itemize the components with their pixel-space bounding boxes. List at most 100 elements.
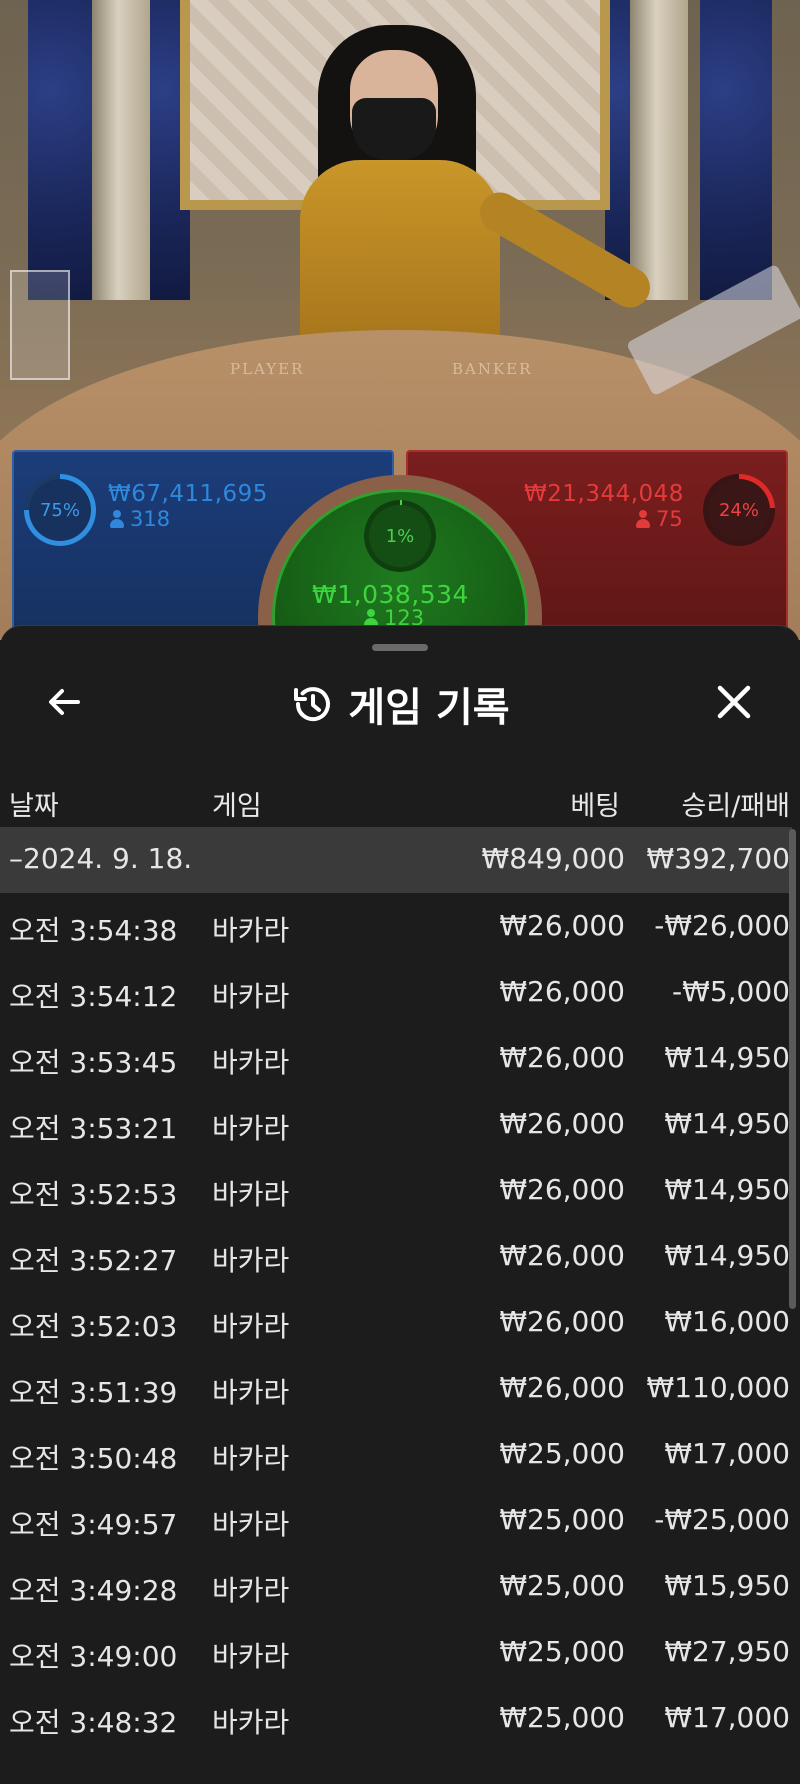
table-row[interactable]: 오전 3:52:03 바카라 ₩26,000 ₩16,000 [0, 1289, 792, 1355]
banker-count-value: 75 [656, 507, 683, 531]
table-row[interactable]: 오전 3:51:39 바카라 ₩26,000 ₩110,000 [0, 1355, 792, 1421]
row-bet: ₩25,000 [499, 1701, 625, 1734]
row-bet: ₩26,000 [499, 1173, 625, 1206]
player-percent: 75% [39, 499, 80, 521]
row-time: 오전 3:52:53 [9, 1178, 178, 1211]
wall-panel [700, 0, 772, 300]
row-result: ₩110,000 [646, 1371, 790, 1404]
tie-percent: 1% [385, 525, 415, 547]
column-header-result: 승리/패배 [681, 791, 790, 822]
table-row[interactable]: 오전 3:48:32 바카라 ₩25,000 ₩17,000 [0, 1685, 792, 1751]
drag-handle[interactable] [372, 644, 428, 651]
table-label-banker: BANKER [452, 360, 533, 378]
row-bet: ₩26,000 [499, 975, 625, 1008]
row-bet: ₩25,000 [499, 1569, 625, 1602]
row-result: ₩14,950 [664, 1107, 790, 1140]
row-game: 바카라 [212, 1640, 290, 1673]
person-icon [636, 510, 650, 528]
pillar [92, 0, 150, 300]
table-row[interactable]: 오전 3:49:00 바카라 ₩25,000 ₩27,950 [0, 1619, 792, 1685]
column-header-date: 날짜 [9, 791, 59, 822]
page-title: 게임 기록 [348, 685, 510, 731]
table-row[interactable]: 오전 3:49:28 바카라 ₩25,000 ₩15,950 [0, 1553, 792, 1619]
table-row[interactable]: 오전 3:52:53 바카라 ₩26,000 ₩14,950 [0, 1157, 792, 1223]
row-game: 바카라 [212, 1376, 290, 1409]
player-count-value: 318 [130, 507, 171, 531]
row-game: 바카라 [212, 1442, 290, 1475]
row-result: ₩16,000 [664, 1305, 790, 1338]
row-result: ₩14,950 [664, 1173, 790, 1206]
row-game: 바카라 [212, 1112, 290, 1145]
row-result: ₩27,950 [664, 1635, 790, 1668]
history-header: 게임 기록 [0, 674, 800, 734]
row-game: 바카라 [212, 1310, 290, 1343]
table-row[interactable]: 오전 3:49:57 바카라 ₩25,000 -₩25,000 [0, 1487, 792, 1553]
row-time: 오전 3:53:21 [9, 1112, 178, 1145]
row-time: 오전 3:53:45 [9, 1046, 178, 1079]
person-icon [110, 510, 124, 528]
close-button[interactable] [706, 674, 762, 730]
row-game: 바카라 [212, 980, 290, 1013]
row-time: 오전 3:49:00 [9, 1640, 178, 1673]
row-time: 오전 3:48:32 [9, 1706, 178, 1739]
game-history-sheet: 게임 기록 날짜 게임 베팅 승리/패배 –2024. 9. 18. ₩849,… [0, 625, 800, 1784]
player-total-amount: ₩67,411,695 [108, 481, 268, 507]
row-result: -₩26,000 [654, 909, 790, 942]
row-game: 바카라 [212, 914, 290, 947]
summary-bet: ₩849,000 [481, 842, 625, 875]
row-bet: ₩26,000 [499, 1305, 625, 1338]
row-game: 바카라 [212, 1178, 290, 1211]
row-result: ₩17,000 [664, 1437, 790, 1470]
table-row[interactable]: 오전 3:53:45 바카라 ₩26,000 ₩14,950 [0, 1025, 792, 1091]
table-row[interactable]: 오전 3:54:12 바카라 ₩26,000 -₩5,000 [0, 959, 792, 1025]
date-summary-row[interactable]: –2024. 9. 18. ₩849,000 ₩392,700 [0, 827, 792, 893]
dealer-mask [352, 98, 436, 160]
column-header-bet: 베팅 [570, 791, 620, 822]
player-count: 318 [110, 507, 170, 531]
column-header-game: 게임 [212, 791, 262, 822]
tie-total-amount: ₩1,038,534 [312, 580, 469, 609]
row-result: ₩14,950 [664, 1239, 790, 1272]
row-result: -₩5,000 [672, 975, 790, 1008]
close-icon [717, 685, 751, 719]
row-time: 오전 3:49:57 [9, 1508, 178, 1541]
row-time: 오전 3:52:03 [9, 1310, 178, 1343]
row-time: 오전 3:49:28 [9, 1574, 178, 1607]
row-result: ₩14,950 [664, 1041, 790, 1074]
row-result: ₩17,000 [664, 1701, 790, 1734]
row-result: ₩15,950 [664, 1569, 790, 1602]
row-time: 오전 3:54:12 [9, 980, 178, 1013]
pillar [630, 0, 688, 300]
row-bet: ₩26,000 [499, 1239, 625, 1272]
row-game: 바카라 [212, 1244, 290, 1277]
banker-count: 75 [636, 507, 683, 531]
row-time: 오전 3:52:27 [9, 1244, 178, 1277]
banker-total-amount: ₩21,344,048 [524, 481, 684, 507]
player-percent-ring: 75% [24, 474, 96, 546]
row-bet: ₩25,000 [499, 1635, 625, 1668]
row-time: 오전 3:54:38 [9, 914, 178, 947]
card-shoe [10, 270, 70, 380]
table-row[interactable]: 오전 3:53:21 바카라 ₩26,000 ₩14,950 [0, 1091, 792, 1157]
history-clock-icon [294, 687, 331, 722]
row-game: 바카라 [212, 1046, 290, 1079]
summary-result: ₩392,700 [646, 842, 790, 875]
row-bet: ₩26,000 [499, 1371, 625, 1404]
row-game: 바카라 [212, 1508, 290, 1541]
row-bet: ₩25,000 [499, 1503, 625, 1536]
wall-panel [28, 0, 100, 300]
row-time: 오전 3:51:39 [9, 1376, 178, 1409]
summary-date: –2024. 9. 18. [9, 842, 193, 875]
table-row[interactable]: 오전 3:52:27 바카라 ₩26,000 ₩14,950 [0, 1223, 792, 1289]
row-time: 오전 3:50:48 [9, 1442, 178, 1475]
row-game: 바카라 [212, 1706, 290, 1739]
table-label-player: PLAYER [230, 360, 305, 378]
row-game: 바카라 [212, 1574, 290, 1607]
tie-percent-ring: 1% [364, 500, 436, 572]
table-row[interactable]: 오전 3:50:48 바카라 ₩25,000 ₩17,000 [0, 1421, 792, 1487]
row-bet: ₩26,000 [499, 1107, 625, 1140]
banker-percent: 24% [718, 499, 759, 521]
table-row[interactable]: 오전 3:54:38 바카라 ₩26,000 -₩26,000 [0, 893, 792, 959]
dealer-body [300, 160, 500, 350]
row-bet: ₩26,000 [499, 1041, 625, 1074]
